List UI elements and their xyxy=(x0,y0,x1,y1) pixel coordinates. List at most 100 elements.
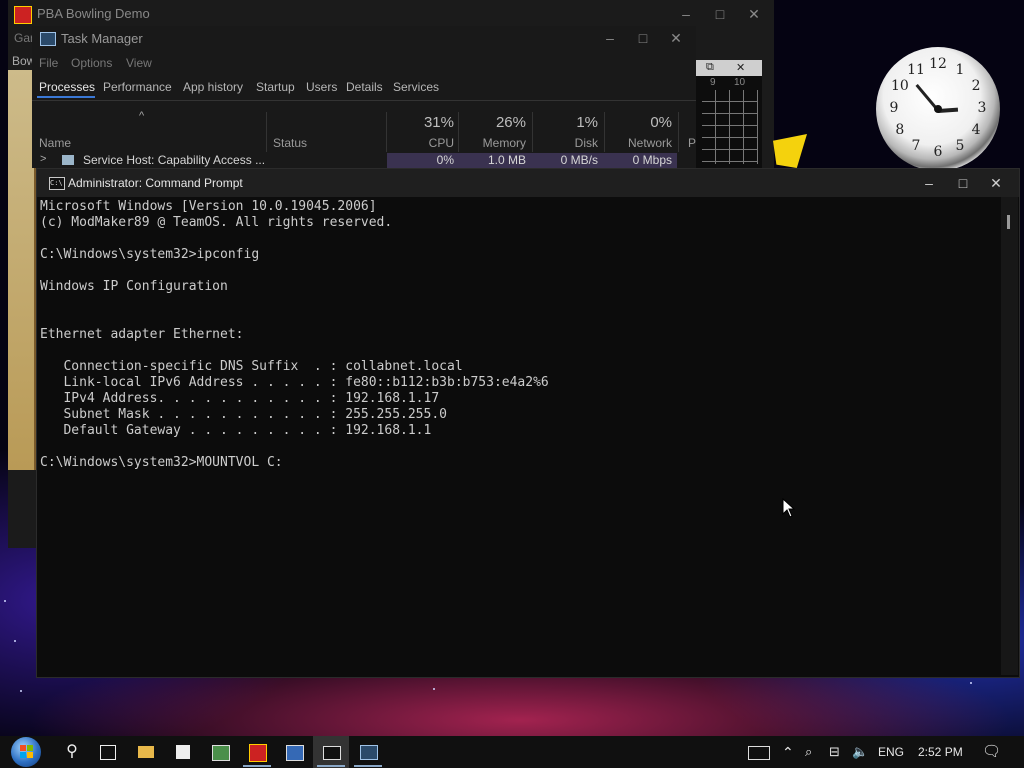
search-icon[interactable]: ⚲ xyxy=(54,736,90,768)
clock-numeral: 3 xyxy=(977,100,987,116)
column-name[interactable]: Name xyxy=(39,136,71,150)
console-line: Connection-specific DNS Suffix . : colla… xyxy=(40,359,463,374)
clock-numeral: 10 xyxy=(890,78,909,94)
cpu-percent: 31% xyxy=(423,114,454,131)
clock-numeral: 8 xyxy=(895,122,905,138)
minimize-icon[interactable]: – xyxy=(915,169,943,197)
maximize-icon[interactable]: □ xyxy=(706,0,734,28)
tab-startup[interactable]: Startup xyxy=(256,80,295,94)
clock-numeral: 12 xyxy=(929,56,947,72)
menu-file[interactable]: File xyxy=(39,56,58,70)
task-manager-app-icon[interactable] xyxy=(350,736,386,768)
start-orb-icon[interactable] xyxy=(8,736,44,768)
clock-numeral: 6 xyxy=(933,144,943,160)
divider xyxy=(604,112,605,152)
clock-numeral: 1 xyxy=(955,61,965,78)
meet-now-icon[interactable]: ⌕ xyxy=(805,736,812,768)
menu-view[interactable]: View xyxy=(126,56,152,70)
column-network[interactable]: Network xyxy=(606,136,672,150)
volume-muted-icon[interactable]: 🔈 xyxy=(852,736,868,768)
column-power[interactable]: P xyxy=(688,136,696,150)
action-center-keyboard-icon[interactable] xyxy=(748,736,770,768)
sort-up-icon[interactable]: ^ xyxy=(139,110,144,122)
cmd-console-output[interactable]: Microsoft Windows [Version 10.0.19045.20… xyxy=(40,197,1000,673)
tab-services[interactable]: Services xyxy=(393,80,439,94)
task-view-icon[interactable] xyxy=(90,736,126,768)
console-line: Default Gateway . . . . . . . . . : 192.… xyxy=(40,423,432,438)
console-line: Subnet Mask . . . . . . . . . . . : 255.… xyxy=(40,407,447,422)
star xyxy=(4,600,6,602)
column-memory[interactable]: Memory xyxy=(460,136,526,150)
row-memory: 1.0 MB xyxy=(487,153,526,167)
chevron-up-icon[interactable]: ⌃ xyxy=(782,736,794,768)
clock-numeral: 9 xyxy=(889,100,899,116)
close-icon[interactable]: ✕ xyxy=(662,24,690,52)
bowling-app-icon[interactable] xyxy=(239,736,275,768)
clock-numeral: 11 xyxy=(907,61,925,78)
star xyxy=(14,640,16,642)
bowling-app-icon xyxy=(14,6,32,24)
network-icon[interactable]: ⊟ xyxy=(829,736,840,768)
bowling-scorecard: ⧉ ✕ 9 10 xyxy=(696,60,762,168)
tab-details[interactable]: Details xyxy=(346,80,383,94)
minimize-icon[interactable]: – xyxy=(596,24,624,52)
clock-numeral: 7 xyxy=(911,138,921,155)
menu-options[interactable]: Options xyxy=(71,56,112,70)
tab-users[interactable]: Users xyxy=(306,80,337,94)
tab-processes[interactable]: Processes xyxy=(39,80,95,94)
star xyxy=(20,690,22,692)
cmd-title-bar[interactable]: C:\ Administrator: Command Prompt – □ ✕ xyxy=(37,169,1019,197)
restore-icon[interactable]: ⧉ xyxy=(706,61,714,74)
process-name: Service Host: Capability Access ... xyxy=(83,153,266,167)
cmd-scrollbar[interactable] xyxy=(1001,197,1018,675)
column-status[interactable]: Status xyxy=(273,136,307,150)
bowling-menu-fragment: Gar xyxy=(14,31,35,45)
tab-performance[interactable]: Performance xyxy=(103,80,172,94)
tab-app-history[interactable]: App history xyxy=(183,80,243,94)
column-disk[interactable]: Disk xyxy=(534,136,598,150)
divider xyxy=(32,100,696,101)
notifications-icon[interactable]: 🗨 xyxy=(982,736,1001,768)
scorecard-frame-number: 10 xyxy=(734,77,746,88)
console-line: Link-local IPv6 Address . . . . . : fe80… xyxy=(40,375,549,390)
console-line: Windows IP Configuration xyxy=(40,279,228,294)
service-icon xyxy=(62,155,74,165)
divider xyxy=(458,112,459,152)
language-indicator[interactable]: ENG xyxy=(878,736,904,768)
divider xyxy=(532,112,533,152)
close-icon[interactable]: ✕ xyxy=(740,0,768,28)
bowling-window-title: PBA Bowling Demo xyxy=(37,6,150,21)
clock-center xyxy=(934,105,942,113)
cmd-app-icon[interactable] xyxy=(313,736,349,768)
divider xyxy=(386,112,387,152)
row-cpu: 0% xyxy=(436,153,454,167)
memory-percent: 26% xyxy=(495,114,526,131)
clock-numeral: 2 xyxy=(971,78,981,94)
task-manager-window[interactable]: Task Manager – □ ✕ File Options View Pro… xyxy=(32,26,696,168)
clock-gadget[interactable]: 12 1 2 3 4 5 6 7 8 9 10 11 xyxy=(876,47,1000,171)
store-icon[interactable] xyxy=(165,736,201,768)
scrollbar-thumb[interactable] xyxy=(1007,215,1010,229)
table-row[interactable]: > Service Host: Capability Access ... 0%… xyxy=(32,153,696,168)
task-manager-icon xyxy=(40,32,56,46)
command-prompt-window[interactable]: C:\ Administrator: Command Prompt – □ ✕ … xyxy=(36,168,1020,678)
active-tab-underline xyxy=(37,96,95,98)
column-cpu[interactable]: CPU xyxy=(388,136,454,150)
maximize-icon[interactable]: □ xyxy=(629,24,657,52)
row-disk: 0 MB/s xyxy=(560,153,598,167)
scorecard-grid xyxy=(702,90,758,164)
task-manager-title: Task Manager xyxy=(61,31,143,46)
cmd-icon: C:\ xyxy=(49,177,65,190)
app-icon[interactable] xyxy=(202,736,238,768)
chevron-right-icon[interactable]: > xyxy=(40,153,46,165)
console-line: C:\Windows\system32>ipconfig xyxy=(40,247,260,262)
close-icon[interactable]: ✕ xyxy=(982,169,1010,197)
taskbar-clock[interactable]: 2:52 PM xyxy=(918,736,963,768)
file-explorer-icon[interactable] xyxy=(128,736,164,768)
maximize-icon[interactable]: □ xyxy=(949,169,977,197)
close-icon[interactable]: ✕ xyxy=(736,61,745,74)
console-line: C:\Windows\system32>MOUNTVOL C: xyxy=(40,455,283,470)
console-line: Microsoft Windows [Version 10.0.19045.20… xyxy=(40,199,377,214)
network-app-icon[interactable] xyxy=(276,736,312,768)
scorecard-frame-number: 9 xyxy=(710,77,716,88)
